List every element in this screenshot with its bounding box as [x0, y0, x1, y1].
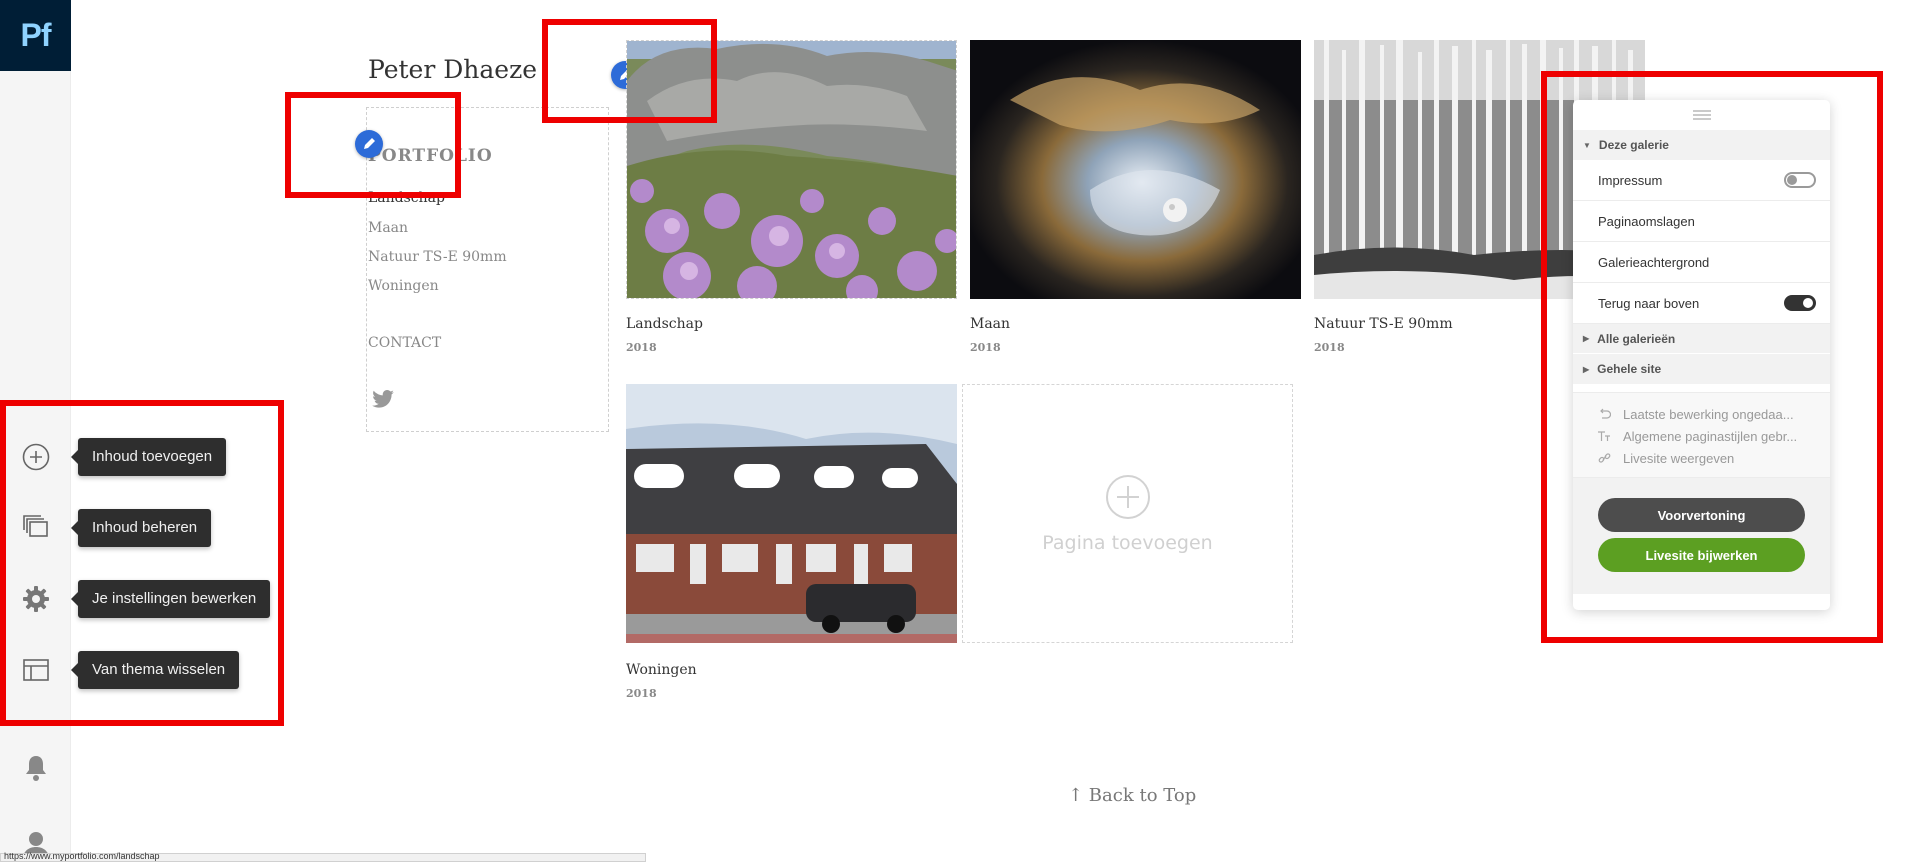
row-impressum-label: Impressum — [1598, 172, 1663, 188]
plus-circle-icon — [22, 443, 50, 471]
gallery-title-woningen[interactable]: Woningen — [626, 662, 697, 678]
triangle-right-icon: ▶ — [1583, 364, 1590, 374]
houses-thumbnail — [626, 384, 957, 643]
notifications-button[interactable] — [18, 750, 54, 786]
panel-button-area: Voorvertoning Livesite bijwerken — [1573, 477, 1830, 594]
undo-last-edit-label: Laatste bewerking ongedaa... — [1623, 406, 1794, 422]
tooltip-settings: Je instellingen bewerken — [70, 580, 271, 618]
section-whole-site-label: Gehele site — [1597, 362, 1662, 376]
row-page-covers-label: Paginaomslagen — [1598, 213, 1695, 229]
add-page-placeholder[interactable]: Pagina toevoegen — [962, 384, 1293, 643]
row-back-to-top[interactable]: Terug naar boven — [1573, 283, 1830, 324]
gallery-tile-woningen[interactable] — [626, 384, 957, 643]
impressum-toggle[interactable] — [1784, 172, 1816, 188]
gallery-title-landschap[interactable]: Landschap — [626, 316, 703, 332]
gallery-year-natuur: 2018 — [1314, 341, 1345, 354]
nav-item-woningen[interactable]: Woningen — [368, 278, 439, 294]
preview-button[interactable]: Voorvertoning — [1598, 498, 1805, 532]
add-content-button[interactable] — [18, 439, 54, 475]
portfolio-logo[interactable]: Pf — [0, 0, 71, 71]
apply-page-styles-label: Algemene paginastijlen gebr... — [1623, 428, 1798, 444]
edit-navigation-button[interactable] — [355, 130, 383, 158]
nav-item-natuur[interactable]: Natuur TS-E 90mm — [368, 249, 507, 265]
panel-spacer — [1573, 384, 1830, 392]
link-icon — [1597, 452, 1611, 464]
pencil-icon — [364, 138, 375, 149]
row-back-to-top-label: Terug naar boven — [1598, 295, 1700, 311]
section-this-gallery-label: Deze galerie — [1598, 138, 1669, 152]
stacked-pages-icon — [23, 515, 48, 537]
text-style-icon — [1597, 430, 1611, 442]
nav-item-maan[interactable]: Maan — [368, 220, 408, 236]
gallery-tile-landschap[interactable] — [626, 40, 957, 299]
tooltip-switch-theme: Van thema wisselen — [70, 651, 240, 689]
gallery-title-natuur[interactable]: Natuur TS-E 90mm — [1314, 316, 1453, 332]
update-live-site-button[interactable]: Livesite bijwerken — [1598, 538, 1805, 572]
tooltip-add-content: Inhoud toevoegen — [70, 438, 227, 476]
drag-handle-icon — [1692, 110, 1711, 120]
site-title[interactable]: Peter Dhaeze — [368, 55, 537, 84]
row-page-covers[interactable]: Paginaomslagen — [1573, 201, 1830, 242]
layout-icon — [23, 659, 49, 681]
gallery-year-maan: 2018 — [970, 341, 1001, 354]
gallery-title-maan[interactable]: Maan — [970, 316, 1010, 332]
back-to-top-link[interactable]: ↑ Back to Top — [1068, 785, 1196, 806]
section-this-gallery[interactable]: ▼ Deze galerie — [1573, 130, 1830, 160]
triangle-down-icon: ▼ — [1583, 140, 1591, 150]
nav-heading-portfolio[interactable]: PORTFOLIO — [368, 146, 493, 166]
tooltip-manage-content: Inhoud beheren — [70, 509, 212, 547]
landscape-thumbnail — [627, 41, 956, 298]
triangle-right-icon: ▶ — [1583, 334, 1590, 343]
apply-page-styles-link[interactable]: Algemene paginastijlen gebr... — [1573, 425, 1830, 447]
undo-last-edit-link[interactable]: Laatste bewerking ongedaa... — [1573, 403, 1830, 425]
manage-content-button[interactable] — [18, 510, 54, 546]
panel-drag-handle[interactable] — [1573, 100, 1830, 130]
gallery-year-woningen: 2018 — [626, 687, 657, 700]
view-live-site-label: Livesite weergeven — [1623, 450, 1735, 466]
section-all-galleries-label: Alle galerieën — [1597, 331, 1676, 346]
back-to-top-toggle[interactable] — [1784, 295, 1816, 311]
moon-thumbnail — [970, 40, 1301, 299]
twitter-icon[interactable] — [372, 390, 394, 408]
settings-panel: ▼ Deze galerie Impressum Paginaomslagen … — [1573, 100, 1830, 610]
status-url: https://www.myportfolio.com/landschap — [4, 851, 160, 861]
plus-circle-icon — [1105, 474, 1150, 519]
browser-status-bar: https://www.myportfolio.com/landschap — [0, 851, 646, 862]
bell-icon — [26, 756, 46, 781]
app-sidebar: Pf — [0, 0, 71, 862]
panel-actions-list: Laatste bewerking ongedaa... Algemene pa… — [1573, 392, 1830, 477]
gear-icon — [23, 586, 49, 612]
gallery-year-landschap: 2018 — [626, 341, 657, 354]
row-gallery-background[interactable]: Galerieachtergrond — [1573, 242, 1830, 283]
row-impressum[interactable]: Impressum — [1573, 160, 1830, 201]
view-live-site-link[interactable]: Livesite weergeven — [1573, 447, 1830, 469]
settings-button[interactable] — [18, 581, 54, 617]
undo-icon — [1597, 408, 1611, 420]
gallery-tile-maan[interactable] — [970, 40, 1301, 299]
switch-theme-button[interactable] — [18, 652, 54, 688]
section-all-galleries[interactable]: ▶ Alle galerieën — [1573, 324, 1830, 354]
section-whole-site[interactable]: ▶ Gehele site — [1573, 354, 1830, 384]
nav-item-landschap[interactable]: Landschap — [368, 190, 445, 206]
add-page-label: Pagina toevoegen — [1042, 531, 1213, 554]
nav-item-contact[interactable]: CONTACT — [368, 335, 441, 351]
row-gallery-background-label: Galerieachtergrond — [1598, 254, 1710, 270]
